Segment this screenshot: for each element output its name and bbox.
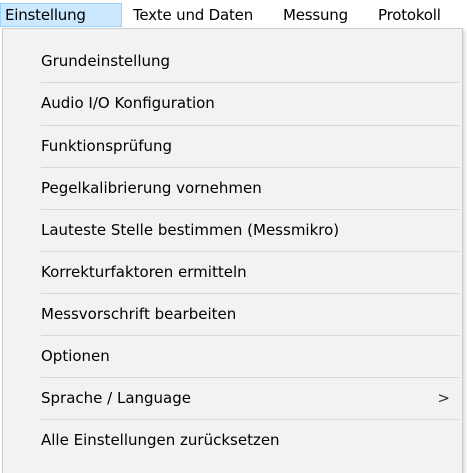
menu-item-grundeinstellung[interactable]: Grundeinstellung [3,41,462,81]
menu-item-optionen[interactable]: Optionen [3,336,462,376]
menu-item-label: Korrekturfaktoren ermitteln [41,263,247,281]
menu-item-sprache-language[interactable]: Sprache / Language > [3,378,462,418]
menu-item-label: Messvorschrift bearbeiten [41,305,237,323]
menu-item-label: Alle Einstellungen zurücksetzen [41,431,280,449]
menu-texte-und-daten[interactable]: Texte und Daten [129,3,257,27]
menu-einstellung[interactable]: Einstellung [0,3,122,27]
menu-bar: Einstellung Texte und Daten Messung Prot… [0,0,467,28]
einstellung-dropdown-menu: Grundeinstellung Audio I/O Konfiguration… [2,28,463,473]
submenu-arrow-icon: > [437,389,450,407]
menu-item-korrekturfaktoren[interactable]: Korrekturfaktoren ermitteln [3,252,462,292]
menu-item-lauteste-stelle[interactable]: Lauteste Stelle bestimmen (Messmikro) [3,210,462,250]
menu-item-label: Pegelkalibrierung vornehmen [41,179,262,197]
menu-item-label: Sprache / Language [41,389,191,407]
menu-protokoll[interactable]: Protokoll [374,3,445,27]
menu-item-audio-io-konfiguration[interactable]: Audio I/O Konfiguration [3,83,462,123]
menu-item-messvorschrift[interactable]: Messvorschrift bearbeiten [3,294,462,334]
menu-item-label: Audio I/O Konfiguration [41,94,215,112]
menu-item-alle-einstellungen-zuruecksetzen[interactable]: Alle Einstellungen zurücksetzen [3,420,462,460]
menu-item-label: Optionen [41,347,110,365]
menu-item-label: Grundeinstellung [41,52,171,70]
menu-messung[interactable]: Messung [279,3,352,27]
menu-item-funktionspruefung[interactable]: Funktionsprüfung [3,126,462,166]
menu-item-label: Funktionsprüfung [41,137,173,155]
menu-item-label: Lauteste Stelle bestimmen (Messmikro) [41,221,340,239]
menu-item-pegelkalibrierung[interactable]: Pegelkalibrierung vornehmen [3,168,462,208]
